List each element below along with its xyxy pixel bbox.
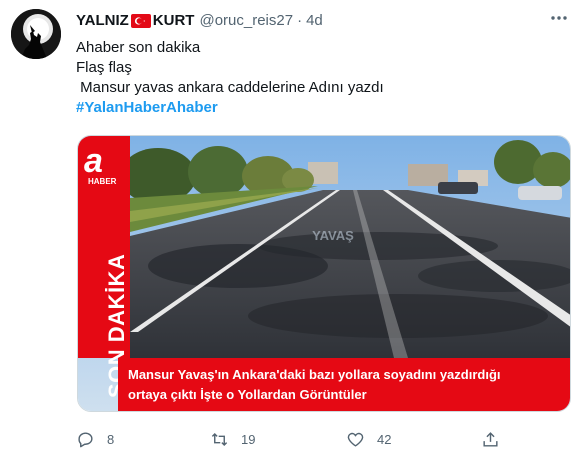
tweet-text: Ahaber son dakika Flaş flaş Mansur yavas…	[76, 38, 566, 118]
tweet-media[interactable]: YAVAŞ a HABER SON DAKİKA Mansur Yavaş'ın…	[77, 135, 571, 412]
like-button[interactable]: 42	[346, 424, 391, 454]
tweet-line-3: Mansur yavas ankara caddelerine Adını ya…	[76, 79, 384, 96]
turkey-flag-icon	[130, 13, 151, 28]
road-text: YAVAŞ	[312, 228, 354, 243]
retweet-count: 19	[241, 431, 256, 447]
channel-logo-sub: HABER	[88, 177, 117, 186]
reply-icon	[78, 431, 93, 447]
heart-icon	[347, 432, 364, 447]
channel-logo: a	[84, 142, 103, 180]
wolf-icon	[11, 9, 61, 59]
timestamp[interactable]: 4d	[306, 12, 323, 29]
user-handle[interactable]: @oruc_reis27	[199, 12, 293, 29]
display-name[interactable]: YALNIZ KURT	[76, 12, 194, 29]
display-name-part1: YALNIZ	[76, 11, 129, 29]
tweet-actions: 8 19 42	[76, 424, 506, 454]
more-button[interactable]	[547, 8, 571, 28]
tweet-line-2: Flaş flaş	[76, 59, 132, 76]
hashtag-link[interactable]: #YalanHaberAhaber	[76, 98, 566, 118]
tweet-header: YALNIZ KURT @oruc_reis27 · 4d	[76, 10, 569, 30]
reply-button[interactable]: 8	[76, 424, 114, 454]
retweet-icon	[211, 432, 228, 446]
caption-line-1: Mansur Yavaş'ın Ankara'daki bazı yollara…	[128, 367, 501, 382]
reply-count: 8	[107, 431, 115, 447]
caption-line-2: ortaya çıktı İşte o Yollardan Görüntüler	[128, 387, 367, 402]
separator: ·	[297, 11, 303, 29]
tweet-line-1: Ahaber son dakika	[76, 39, 201, 56]
retweet-button[interactable]: 19	[210, 424, 255, 454]
more-dots-icon	[551, 16, 567, 20]
avatar[interactable]	[11, 9, 61, 59]
display-name-part2: KURT	[152, 11, 195, 29]
share-button[interactable]	[481, 424, 500, 454]
news-caption: Mansur Yavaş'ın Ankara'daki bazı yollara…	[118, 358, 570, 411]
like-count: 42	[377, 431, 392, 447]
share-icon	[483, 431, 498, 447]
